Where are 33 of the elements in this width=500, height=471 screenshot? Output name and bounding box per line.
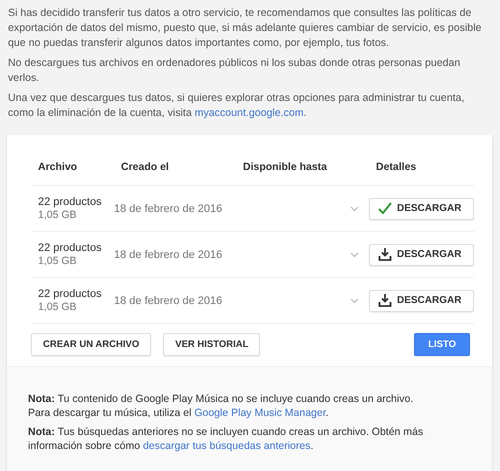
chevron-down-icon[interactable] [350,252,359,258]
note-text: Nota: Tu contenido de Google Play Música no se incluye cuando creas un archivo. Para descargar tu música, utiliza el Google Play Music Manager. [28,392,414,420]
product-count: 22 productos [38,288,102,300]
paragraph: Una vez que descargues tus datos, si quieres explorar otras opciones para administrar tu cuenta, como la eliminación de la cuenta, visita myaccount.google.com. [8,91,466,121]
action-button[interactable]: VER HISTORIAL [163,333,260,356]
product-count: 22 productos [38,196,102,208]
done-button[interactable]: LISTO [414,333,470,356]
column-header: Detalles [369,161,474,186]
archive-size: 1,05 GB [38,301,77,313]
chevron-down-icon[interactable] [350,206,359,212]
paragraph: Si has decidido transferir tus datos a otro servicio, te recomendamos que consultes las políticas de exportación de datos del mismo, puesto que, si más adelante quieres cambiar de servicio, es posible que no puedas transferir algunos datos importantes como, por ejemplo, tus fotos. [8,6,482,51]
archive-size: 1,05 GB [38,255,77,267]
link[interactable]: Google Play Music Manager [194,407,326,419]
download-icon [378,294,392,307]
archive-size: 1,05 GB [38,209,77,221]
column-header: Creado el [114,161,236,186]
action-button[interactable]: CREAR UN ARCHIVO [31,333,152,356]
download-button[interactable]: DESCARGAR [369,198,474,220]
link[interactable]: myaccount.google.com [194,107,304,119]
paragraph: No descargues tus archivos en ordenadores públicos ni los subas donde otras personas puedan verlos. [8,56,462,86]
download-button[interactable]: DESCARGAR [369,290,474,312]
chevron-down-icon[interactable] [350,298,359,304]
check-icon [378,202,392,215]
product-count: 22 productos [38,242,102,254]
created-date: 18 de febrero de 2016 [114,294,222,306]
created-date: 18 de febrero de 2016 [114,248,222,260]
column-header: Disponible hasta [236,161,369,186]
link[interactable]: descargar tus búsquedas anteriores [142,440,310,452]
created-date: 18 de febrero de 2016 [114,202,222,214]
note-text: Nota: Tus búsquedas anteriores no se incluyen cuando creas un archivo. Obtén más información sobre cómo descargar tus búsquedas anteriores. [28,425,424,453]
download-icon [378,248,392,261]
column-header: Archivo [31,161,114,186]
download-button[interactable]: DESCARGAR [369,244,474,266]
